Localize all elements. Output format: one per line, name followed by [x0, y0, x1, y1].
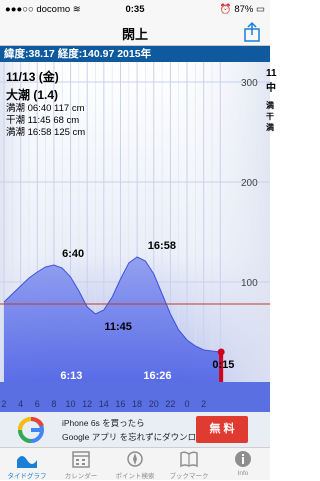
tide-row: 干潮 11:45 68 cm	[6, 115, 80, 126]
y-tick-label: 300	[241, 78, 258, 89]
next-day-row: 満	[266, 101, 274, 110]
tide-type-label: 大潮 (1.4)	[6, 88, 59, 102]
x-tick-label: 6	[35, 399, 40, 409]
coordinates-bar: 緯度:38.17 経度:140.97 2015年	[0, 46, 270, 62]
book-icon	[180, 451, 198, 468]
date-label: 11/13 (金)	[6, 70, 59, 84]
x-tick-label: 22	[165, 399, 175, 409]
tide-info-panel: 11/13 (金) 大潮 (1.4) 満潮 06:40 117 cm 干潮 11…	[6, 68, 85, 139]
y-tick-label: 100	[241, 278, 258, 289]
calendar-icon	[72, 451, 90, 468]
ad-line-2: Google アプリ を忘れずにダウンロード	[62, 432, 214, 442]
tab-point-search[interactable]: ポイント検索	[108, 448, 162, 481]
next-day-row: 干	[266, 112, 274, 121]
low-tide-label-2: 0:15	[212, 359, 234, 371]
x-tick-label: 14	[99, 399, 109, 409]
tab-label: ブックマーク	[169, 473, 209, 480]
x-tick-label: 20	[149, 399, 159, 409]
tab-label: Info	[237, 470, 249, 477]
battery-percent: 87%	[234, 4, 254, 15]
ad-text: iPhone 6s を買ったら Google アプリ を忘れずにダウンロード	[62, 416, 213, 444]
ad-banner[interactable]: iPhone 6s を買ったら Google アプリ を忘れずにダウンロード 無…	[0, 412, 270, 447]
ad-line-1: iPhone 6s を買ったら	[62, 418, 145, 428]
next-day-type: 中	[266, 83, 276, 94]
x-tick-label: 18	[132, 399, 142, 409]
sunset-label: 16:26	[143, 370, 171, 382]
compass-icon	[127, 451, 143, 467]
tab-bar: タイドグラフ カレンダー ポイント検索 ブックマーク Info	[0, 447, 270, 480]
info-icon	[235, 451, 251, 467]
tab-tide-graph[interactable]: タイドグラフ	[0, 448, 54, 481]
next-day-info-panel: 11 中 満 干 満	[266, 68, 277, 133]
high-tide-label-2: 16:58	[148, 240, 176, 252]
google-logo-icon	[18, 417, 44, 443]
share-button[interactable]	[242, 21, 262, 43]
page-title: 閖上	[121, 27, 148, 42]
x-tick-label: 10	[65, 399, 75, 409]
tab-label: ポイント検索	[115, 473, 155, 480]
x-tick-label: 0	[184, 399, 189, 409]
x-tick-label: 16	[115, 399, 125, 409]
tab-label: カレンダー	[64, 473, 98, 480]
y-tick-label: 200	[241, 178, 258, 189]
x-tick-label: 2	[201, 399, 206, 409]
tab-calendar[interactable]: カレンダー	[54, 448, 108, 481]
tide-row: 満潮 16:58 125 cm	[6, 127, 86, 138]
x-tick-label: 4	[18, 399, 23, 409]
next-day-row: 満	[266, 123, 274, 132]
next-day-date: 11	[266, 68, 277, 79]
x-tick-label: 8	[51, 399, 56, 409]
x-tick-label: 2	[1, 399, 6, 409]
share-icon	[244, 21, 260, 42]
low-tide-label-1: 11:45	[104, 321, 132, 333]
battery-indicator: ⏰ 87% ▭	[219, 4, 265, 15]
navigation-bar: 閖上	[0, 20, 270, 46]
high-tide-label-1: 6:40	[62, 248, 84, 260]
x-tick-label: 12	[82, 399, 92, 409]
tab-info[interactable]: Info	[216, 448, 270, 481]
status-bar: ●●●○○ docomo ≋ 0:35 ⏰ 87% ▭	[0, 0, 270, 20]
tab-bookmark[interactable]: ブックマーク	[162, 448, 216, 481]
wave-icon	[17, 456, 37, 468]
current-tide-dot	[217, 348, 225, 356]
ad-install-button[interactable]: 無 料	[196, 416, 248, 443]
tab-label: タイドグラフ	[7, 473, 47, 480]
tide-row: 満潮 06:40 117 cm	[6, 103, 85, 114]
sunrise-label: 6:13	[60, 370, 82, 382]
